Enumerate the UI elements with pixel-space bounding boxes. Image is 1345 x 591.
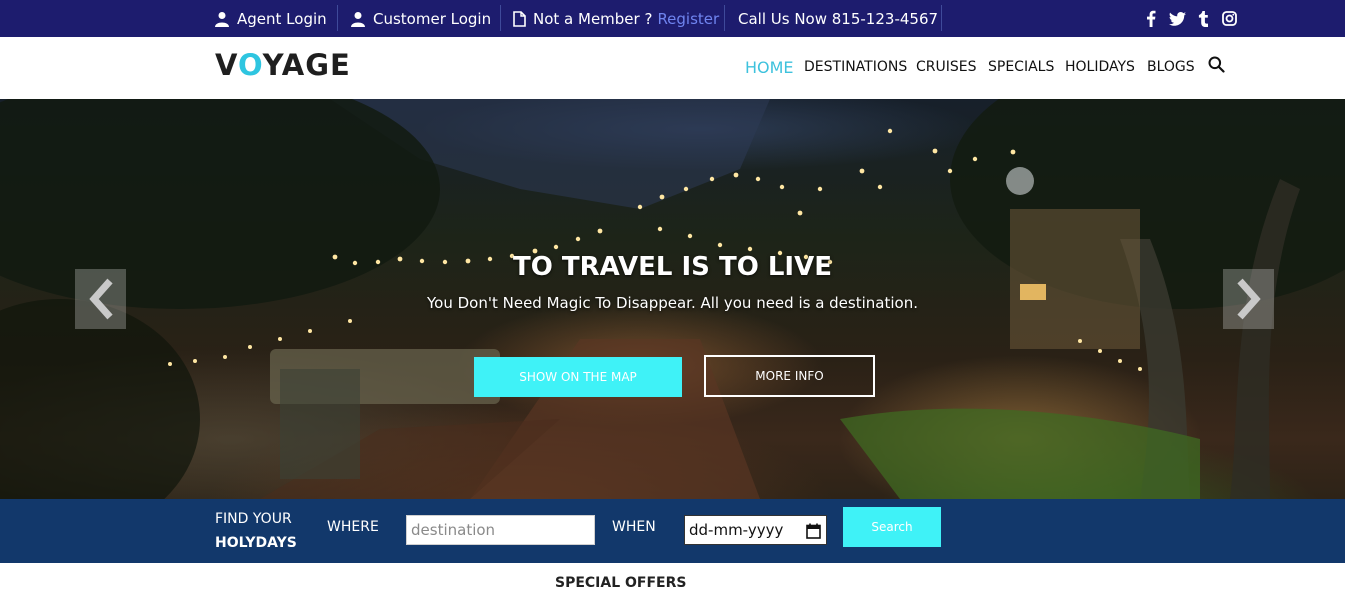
nav-item-specials[interactable]: SPECIALS [988, 59, 1054, 75]
not-member-text: Not a Member ? [533, 9, 653, 28]
when-label: WHEN [612, 519, 656, 535]
instagram-icon[interactable] [1220, 10, 1238, 28]
agent-login-label: Agent Login [237, 9, 327, 28]
where-label: WHERE [327, 519, 379, 535]
hero-title: TO TRAVEL IS TO LIVE [513, 252, 832, 282]
find-heading-line2: HOLYDAYS [215, 535, 297, 551]
agent-login-link[interactable]: Agent Login [214, 0, 327, 37]
member-register: Not a Member ? Register [513, 0, 719, 37]
nav-item-blogs[interactable]: BLOGS [1147, 59, 1195, 75]
date-placeholder: dd-mm-yyyy [689, 521, 784, 539]
logo-letter-v: V [215, 48, 238, 82]
calendar-icon[interactable] [806, 523, 821, 543]
hero-subtitle: You Don't Need Magic To Disappear. All y… [427, 294, 918, 312]
carousel-prev-button[interactable] [75, 269, 126, 329]
search-icon[interactable] [1208, 56, 1225, 77]
nav-item-cruises[interactable]: CRUISES [916, 59, 977, 75]
show-on-map-button[interactable]: SHOW ON THE MAP [474, 357, 682, 397]
special-offers-heading: SPECIAL OFFERS [555, 575, 687, 591]
search-button[interactable]: Search [843, 507, 941, 547]
customer-login-link[interactable]: Customer Login [350, 0, 491, 37]
document-icon [513, 10, 526, 27]
chevron-left-icon [88, 278, 113, 320]
logo-rest: YAGE [262, 48, 351, 82]
divider [500, 5, 501, 31]
carousel-next-button[interactable] [1223, 269, 1274, 329]
register-link[interactable]: Register [657, 10, 719, 28]
customer-login-label: Customer Login [373, 9, 492, 28]
divider [724, 5, 725, 31]
nav-item-holidays[interactable]: HOLIDAYS [1065, 59, 1135, 75]
date-input[interactable]: dd-mm-yyyy [684, 515, 827, 545]
find-heading-line1: FIND YOUR [215, 511, 292, 527]
call-us-text: Call Us Now 815-123-4567 [738, 9, 939, 28]
twitter-icon[interactable] [1168, 10, 1186, 28]
chevron-right-icon [1236, 278, 1261, 320]
logo-letter-o: O [237, 48, 263, 82]
hero-banner: TO TRAVEL IS TO LIVE You Don't Need Magi… [0, 99, 1345, 499]
user-icon [214, 11, 230, 27]
facebook-icon[interactable] [1142, 10, 1160, 28]
divider [337, 5, 338, 31]
top-bar: Agent Login Customer Login Not a Member … [0, 0, 1345, 37]
site-logo[interactable]: VOYAGE [215, 48, 351, 82]
nav-item-home[interactable]: HOME [745, 58, 794, 77]
main-navbar: VOYAGE HOME DESTINATIONS CRUISES SPECIAL… [0, 37, 1345, 99]
tumblr-icon[interactable] [1194, 10, 1212, 28]
more-info-button[interactable]: MORE INFO [704, 355, 875, 397]
user-icon [350, 11, 366, 27]
nav-item-destinations[interactable]: DESTINATIONS [804, 59, 907, 75]
holiday-search-bar: FIND YOUR HOLYDAYS WHERE WHEN dd-mm-yyyy… [0, 499, 1345, 563]
destination-input[interactable] [406, 515, 595, 545]
divider [941, 5, 942, 31]
social-links [1134, 0, 1238, 37]
